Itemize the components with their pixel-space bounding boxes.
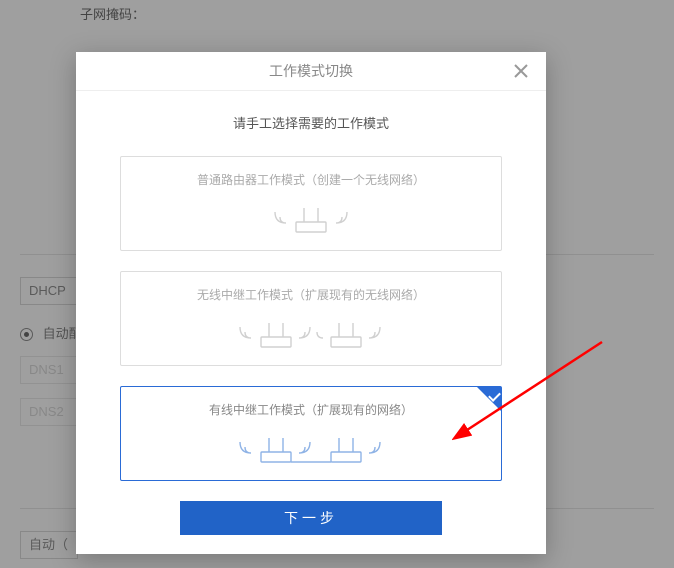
close-button[interactable] (506, 52, 536, 90)
close-icon (513, 63, 529, 79)
next-button[interactable]: 下一步 (180, 501, 442, 535)
selected-check-icon (477, 387, 501, 411)
router-pair-wired-icon (226, 428, 396, 468)
mode-option-wired-repeater[interactable]: 有线中继工作模式（扩展现有的网络） (120, 386, 502, 481)
mode-option-label: 有线中继工作模式（扩展现有的网络） (131, 401, 491, 418)
modal-subtitle: 请手工选择需要的工作模式 (120, 113, 502, 132)
mode-option-label: 普通路由器工作模式（创建一个无线网络） (131, 171, 491, 188)
mode-switch-modal: 工作模式切换 请手工选择需要的工作模式 普通路由器工作模式（创建一个无线网络） … (76, 52, 546, 554)
router-pair-wireless-icon (226, 313, 396, 353)
mode-option-router[interactable]: 普通路由器工作模式（创建一个无线网络） (120, 156, 502, 251)
modal-title: 工作模式切换 (269, 63, 353, 79)
mode-option-label: 无线中继工作模式（扩展现有的无线网络） (131, 286, 491, 303)
mode-option-wireless-repeater[interactable]: 无线中继工作模式（扩展现有的无线网络） (120, 271, 502, 366)
router-single-icon (256, 198, 366, 238)
modal-header: 工作模式切换 (76, 52, 546, 91)
modal-body: 请手工选择需要的工作模式 普通路由器工作模式（创建一个无线网络） 无线中继工作模… (76, 91, 546, 553)
